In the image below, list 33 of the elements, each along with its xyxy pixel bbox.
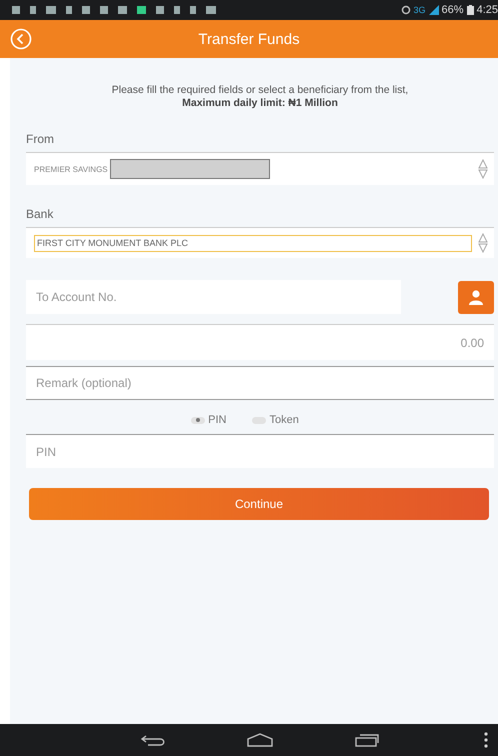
account-name: PREMIER SAVINGS (34, 164, 108, 174)
spinner-arrows-icon (478, 158, 488, 180)
signal-icon (428, 5, 439, 15)
account-select[interactable]: PREMIER SAVINGS (26, 152, 494, 185)
network-type: 3G (414, 5, 426, 15)
radio-button[interactable] (252, 416, 266, 424)
sync-icon (400, 5, 411, 15)
bank-select[interactable]: FIRST CITY MONUMENT BANK PLC (26, 227, 494, 258)
continue-button[interactable]: Continue (29, 488, 489, 520)
radio-button[interactable] (191, 416, 206, 424)
recent-apps-icon[interactable] (354, 733, 380, 747)
remark-field[interactable]: Remark (optional) (26, 366, 494, 400)
field-label: Bank (26, 207, 54, 221)
amount-field[interactable]: 0.00 (26, 324, 494, 360)
clock: 4:25 (476, 4, 498, 16)
auth-option[interactable]: Token (252, 414, 299, 426)
back-button[interactable] (10, 28, 32, 50)
home-nav-icon[interactable] (246, 733, 274, 747)
account-number-field[interactable]: To Account No. (26, 280, 401, 314)
screen-title: Transfer Funds (197, 30, 301, 48)
field-label: From (26, 132, 55, 146)
battery-percent: 66% (442, 4, 464, 16)
spinner-arrows-icon (478, 232, 488, 254)
back-nav-icon[interactable] (140, 733, 166, 747)
instruction-text: Please fill the required fields or select a beneficiary from the list, (110, 84, 410, 97)
bank-name: FIRST CITY MONUMENT BANK PLC (34, 234, 472, 252)
person-icon (468, 289, 484, 305)
beneficiary-button[interactable] (458, 280, 494, 314)
auth-option[interactable]: PIN (191, 414, 226, 426)
battery-icon (466, 5, 474, 15)
pin-field[interactable]: PIN (26, 434, 494, 468)
daily-limit-text: Maximum daily limit: ₦1 Million (181, 97, 339, 110)
overflow-menu-icon[interactable] (484, 732, 488, 748)
